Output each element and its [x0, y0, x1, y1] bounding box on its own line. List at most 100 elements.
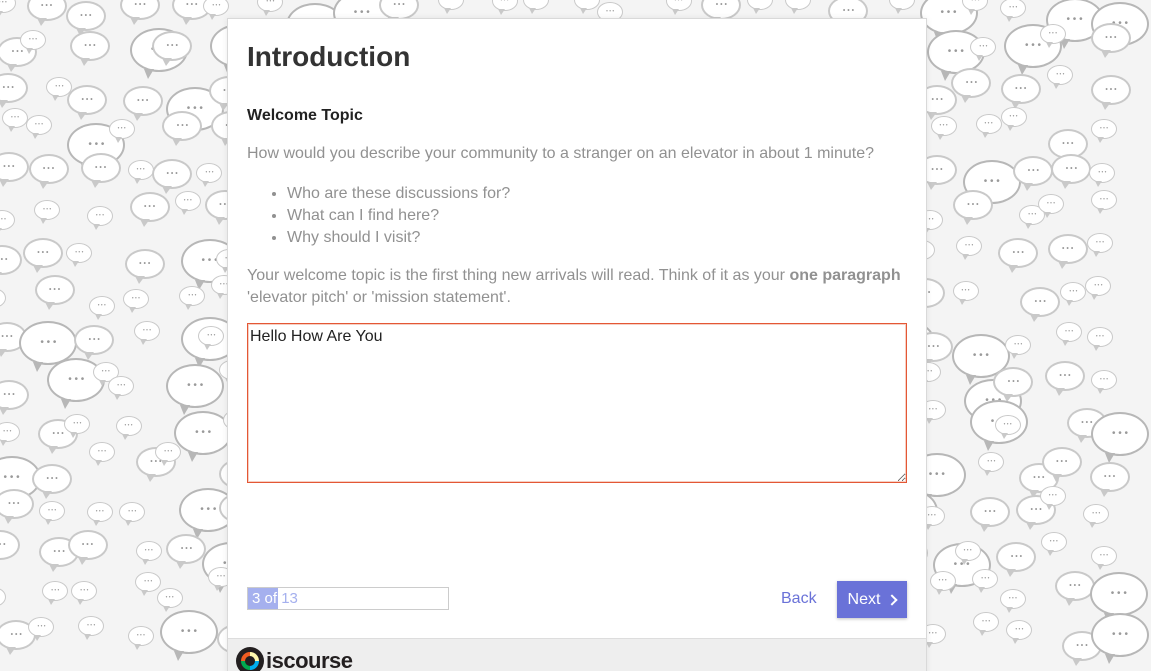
- speech-bubble-icon: [1091, 412, 1149, 464]
- speech-bubble-icon: [665, 0, 692, 16]
- speech-bubble-icon: [994, 415, 1021, 440]
- speech-bubble-icon: [162, 111, 203, 147]
- speech-bubble-icon: [129, 192, 170, 228]
- speech-bubble-icon: [152, 159, 193, 195]
- discourse-logo-text: iscourse: [266, 648, 353, 671]
- speech-bubble-icon: [34, 199, 61, 224]
- speech-bubble-icon: [970, 37, 997, 62]
- speech-bubble-icon: [1087, 233, 1114, 258]
- speech-bubble-icon: [701, 0, 742, 25]
- speech-bubble-icon: [1013, 156, 1054, 192]
- speech-bubble-icon: [0, 488, 34, 524]
- speech-bubble-icon: [22, 237, 63, 273]
- speech-bubble-icon: [0, 0, 16, 18]
- speech-bubble-icon: [1054, 570, 1095, 606]
- speech-bubble-icon: [993, 367, 1034, 403]
- speech-bubble-icon: [166, 364, 225, 416]
- speech-bubble-icon: [951, 67, 992, 103]
- speech-bubble-icon: [120, 0, 161, 25]
- speech-bubble-icon: [34, 275, 75, 311]
- discourse-logo: iscourse: [236, 647, 353, 671]
- speech-bubble-icon: [998, 238, 1039, 274]
- hint-item: Who are these discussions for?: [287, 183, 510, 205]
- speech-bubble-icon: [64, 413, 91, 438]
- speech-bubble-icon: [25, 115, 52, 140]
- speech-bubble-icon: [78, 616, 105, 641]
- speech-bubble-icon: [952, 189, 993, 225]
- speech-bubble-icon: [1047, 64, 1074, 89]
- speech-bubble-icon: [28, 153, 69, 189]
- explanation-text: Your welcome topic is the first thing ne…: [247, 267, 790, 284]
- speech-bubble-icon: [108, 118, 135, 143]
- speech-bubble-icon: [0, 287, 6, 308]
- speech-bubble-icon: [159, 609, 218, 661]
- speech-bubble-icon: [954, 540, 981, 565]
- speech-bubble-icon: [1083, 504, 1110, 529]
- progress-label-total: 13: [277, 590, 298, 607]
- speech-bubble-icon: [69, 31, 110, 67]
- speech-bubble-icon: [1020, 286, 1061, 322]
- speech-bubble-icon: [930, 116, 957, 141]
- explanation-text-end: 'elevator pitch' or 'mission statement'.: [247, 289, 511, 306]
- next-button[interactable]: Next: [837, 581, 907, 618]
- speech-bubble-icon: [491, 0, 518, 15]
- wizard-footer: iscourse: [228, 638, 926, 671]
- speech-bubble-icon: [1089, 162, 1116, 187]
- speech-bubble-icon: [67, 85, 108, 121]
- speech-bubble-icon: [155, 441, 182, 466]
- speech-bubble-icon: [71, 580, 98, 605]
- speech-bubble-icon: [2, 108, 28, 133]
- hint-item: Why should I visit?: [287, 227, 510, 249]
- speech-bubble-icon: [1091, 612, 1149, 664]
- speech-bubble-icon: [135, 571, 162, 596]
- speech-bubble-icon: [747, 0, 774, 14]
- speech-bubble-icon: [1089, 462, 1130, 498]
- speech-bubble-icon: [0, 210, 15, 235]
- speech-bubble-icon: [80, 152, 121, 188]
- speech-bubble-icon: [124, 248, 165, 284]
- speech-bubble-icon: [67, 529, 108, 565]
- speech-bubble-icon: [1091, 369, 1117, 394]
- back-button[interactable]: Back: [772, 581, 826, 617]
- speech-bubble-icon: [86, 501, 113, 526]
- speech-bubble-icon: [1044, 361, 1085, 396]
- speech-bubble-icon: [135, 541, 162, 566]
- speech-bubble-icon: [972, 568, 999, 593]
- speech-bubble-icon: [1091, 118, 1117, 143]
- speech-bubble-icon: [1000, 107, 1027, 132]
- welcome-topic-explanation: Your welcome topic is the first thing ne…: [247, 265, 907, 309]
- speech-bubble-icon: [28, 617, 55, 642]
- speech-bubble-icon: [1086, 327, 1113, 352]
- speech-bubble-icon: [1041, 447, 1082, 483]
- speech-bubble-icon: [1089, 571, 1148, 623]
- speech-bubble-icon: [1040, 532, 1067, 557]
- speech-bubble-icon: [1056, 321, 1083, 346]
- speech-bubble-icon: [1091, 546, 1117, 571]
- speech-bubble-icon: [166, 534, 207, 570]
- step-title: Introduction: [247, 41, 411, 72]
- speech-bubble-icon: [66, 243, 93, 268]
- speech-bubble-icon: [996, 541, 1037, 577]
- speech-bubble-icon: [962, 0, 989, 15]
- speech-bubble-icon: [1005, 335, 1032, 360]
- speech-bubble-icon: [1000, 73, 1041, 109]
- speech-bubble-icon: [174, 191, 201, 216]
- chevron-right-icon: [886, 594, 899, 606]
- speech-bubble-icon: [0, 151, 29, 187]
- speech-bubble-icon: [42, 581, 69, 606]
- speech-bubble-icon: [203, 0, 230, 21]
- speech-bubble-icon: [1000, 0, 1027, 22]
- speech-bubble-icon: [122, 288, 149, 313]
- speech-bubble-icon: [437, 0, 464, 14]
- speech-bubble-icon: [0, 587, 6, 608]
- step-progress-bar: 3 of 13: [247, 587, 449, 610]
- progress-label-done: 3 of: [252, 590, 278, 607]
- speech-bubble-icon: [0, 421, 21, 446]
- speech-bubble-icon: [1039, 485, 1066, 510]
- explanation-emphasis: one paragraph: [789, 267, 901, 284]
- discourse-logo-icon: [236, 647, 264, 671]
- speech-bubble-icon: [1047, 234, 1088, 270]
- speech-bubble-icon: [127, 626, 154, 651]
- welcome-topic-textarea[interactable]: [247, 323, 907, 483]
- speech-bubble-icon: [0, 72, 29, 108]
